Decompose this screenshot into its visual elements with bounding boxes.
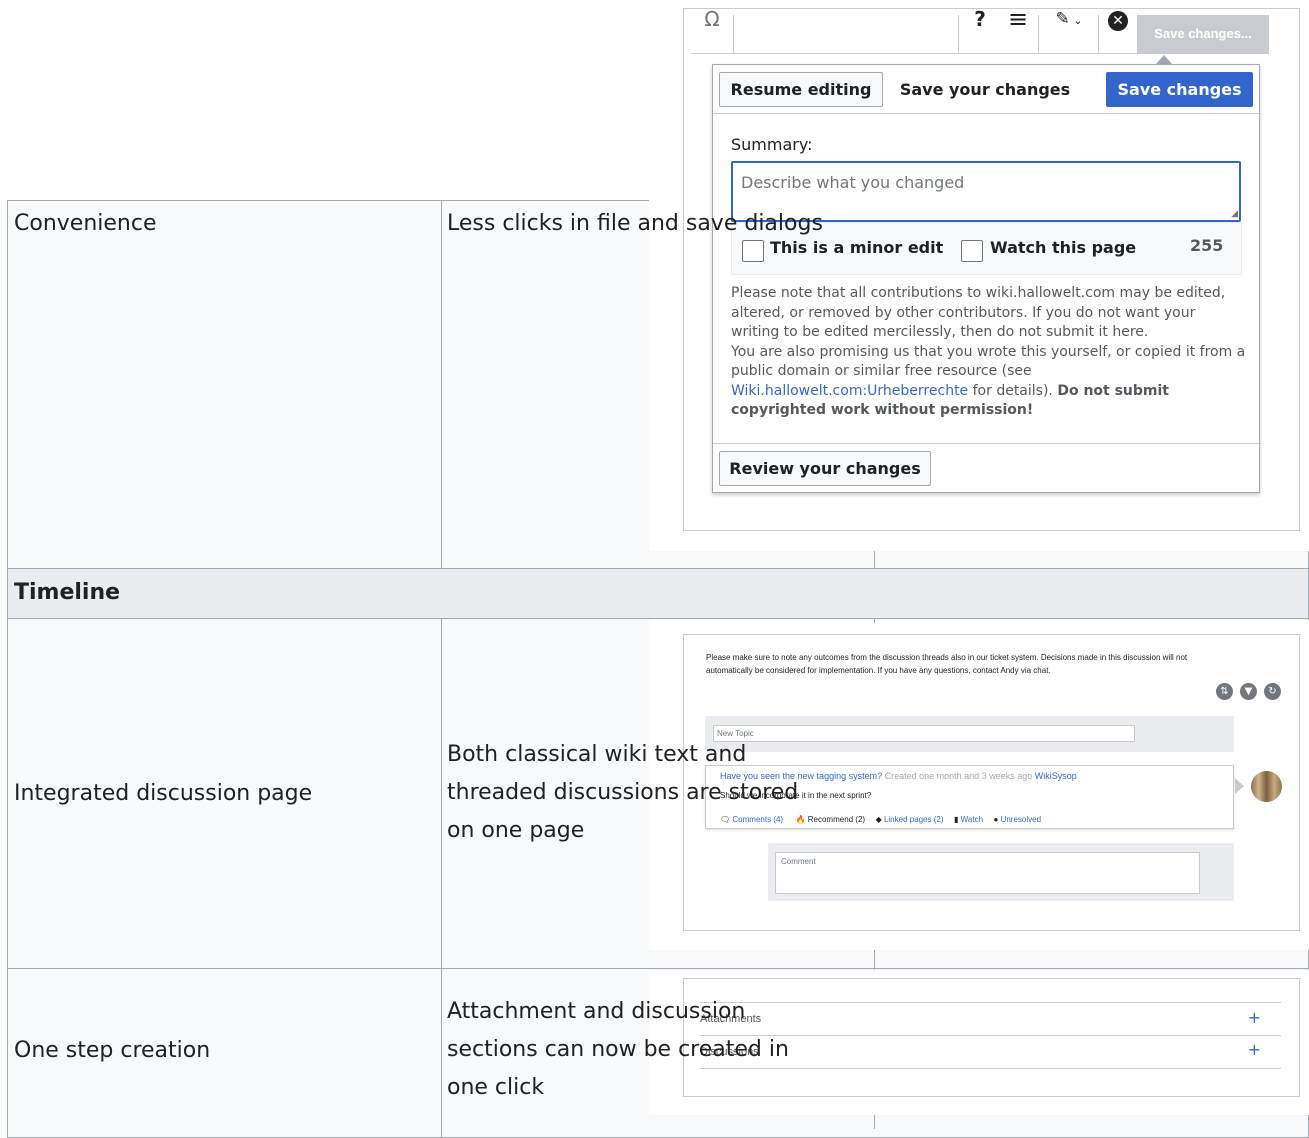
save-changes-button[interactable]: Save changes bbox=[1106, 72, 1253, 107]
char-count: 255 bbox=[1190, 236, 1224, 255]
unresolved-action[interactable]: ● Unresolved bbox=[994, 815, 1042, 824]
pencil-icon[interactable]: ✎ ⌄ bbox=[1044, 0, 1094, 38]
discussion-intro-1: Please make sure to note any outcomes fr… bbox=[706, 653, 1188, 662]
dialog-title: Save your changes bbox=[899, 80, 1071, 99]
topic-author[interactable]: WikiSysop bbox=[1035, 771, 1077, 781]
feature-discussion: Integrated discussion page bbox=[14, 781, 313, 806]
minor-edit-checkbox[interactable] bbox=[742, 240, 764, 262]
feature-onestep: One step creation bbox=[14, 1038, 211, 1063]
special-characters-icon[interactable]: Ω bbox=[691, 0, 733, 38]
summary-placeholder: Describe what you changed bbox=[741, 173, 965, 192]
comments-action[interactable]: 🗨 Comments (4) bbox=[720, 815, 783, 824]
linked-pages-action[interactable]: ◆ Linked pages (2) bbox=[876, 815, 944, 824]
recommend-action[interactable]: 🔥 Recommend (2) bbox=[796, 815, 866, 824]
timeline-section-cell bbox=[7, 568, 1309, 619]
review-changes-button[interactable]: Review your changes bbox=[719, 451, 931, 486]
summary-label: Summary: bbox=[731, 135, 813, 154]
license-notice: Please note that all contributions to wi… bbox=[731, 285, 1246, 418]
avatar bbox=[1251, 771, 1282, 802]
sort-icon[interactable]: ⇅ bbox=[1216, 683, 1233, 700]
watch-checkbox[interactable] bbox=[961, 240, 983, 262]
watch-action[interactable]: ▮ Watch bbox=[954, 815, 983, 824]
add-attachment-icon[interactable]: + bbox=[1248, 1008, 1261, 1027]
save-dialog bbox=[712, 64, 1260, 493]
desc-onestep-line-1: Attachment and discussion bbox=[447, 999, 746, 1024]
discussion-intro-2: automatically be considered for implemen… bbox=[706, 666, 1051, 675]
dialog-pointer bbox=[1156, 55, 1172, 64]
help-icon[interactable]: ? bbox=[962, 0, 998, 38]
filter-icon[interactable]: ▼ bbox=[1240, 683, 1257, 700]
row-convenience-feature-cell bbox=[7, 200, 442, 569]
desc-discussion-line-2: threaded discussions are stored bbox=[447, 780, 799, 805]
toolbar-save-button[interactable]: Save changes... bbox=[1137, 15, 1269, 53]
close-circle-icon[interactable]: ✕ bbox=[1102, 0, 1134, 38]
desc-discussion-line-1: Both classical wiki text and bbox=[447, 742, 747, 767]
avatar-pointer bbox=[1235, 778, 1244, 794]
comment-input[interactable]: Comment bbox=[775, 852, 1200, 894]
section-timeline: Timeline bbox=[14, 580, 121, 605]
page-options-icon[interactable]: ≡ bbox=[1000, 0, 1036, 38]
desc-onestep-line-3: one click bbox=[447, 1075, 545, 1100]
add-discussion-icon[interactable]: + bbox=[1248, 1040, 1261, 1059]
copyright-link[interactable]: Wiki.hallowelt.com:Urheberrechte bbox=[731, 383, 968, 399]
desc-convenience: Less clicks in file and save dialogs bbox=[447, 211, 823, 236]
refresh-icon[interactable]: ↻ bbox=[1264, 683, 1281, 700]
desc-discussion-line-3: on one page bbox=[447, 818, 585, 843]
resume-editing-button[interactable]: Resume editing bbox=[719, 72, 883, 107]
new-topic-input[interactable]: New Topic bbox=[713, 725, 1135, 742]
desc-onestep-line-2: sections can now be created in bbox=[447, 1037, 789, 1062]
feature-convenience: Convenience bbox=[14, 211, 157, 236]
topic-actions: 🗨 Comments (4) 🔥 Recommend (2) ◆ Linked … bbox=[720, 815, 1041, 824]
watch-label: Watch this page bbox=[990, 238, 1137, 257]
